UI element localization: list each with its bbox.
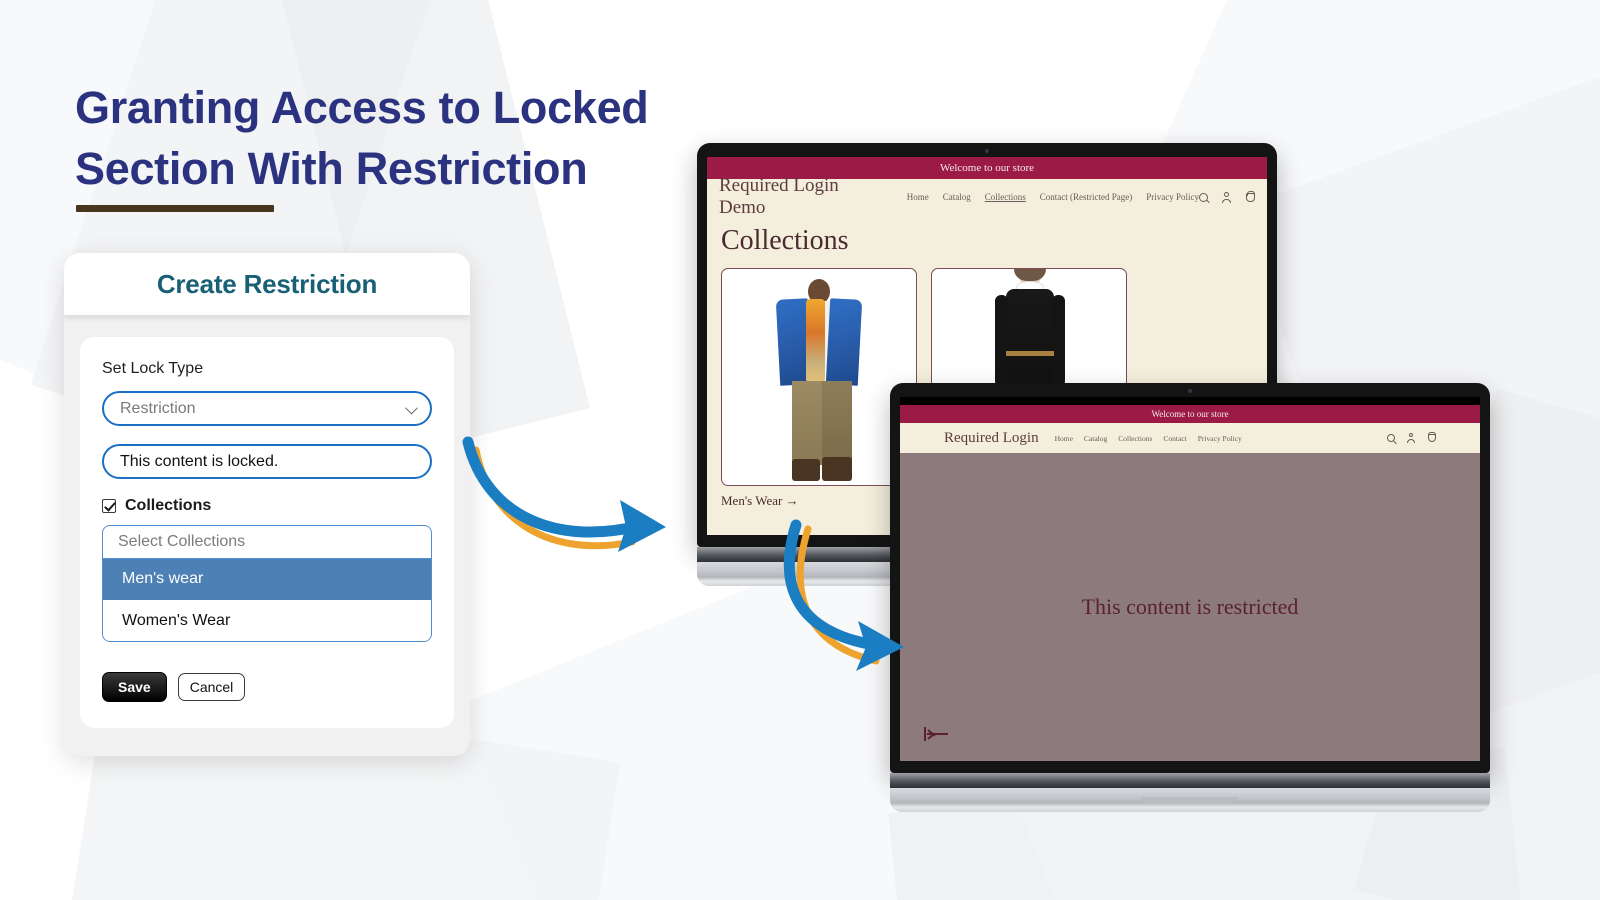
restricted-overlay: This content is restricted (900, 453, 1480, 761)
nav-link-catalog[interactable]: Catalog (943, 192, 971, 202)
collections-multiselect[interactable]: Select Collections Men's wear Women's We… (102, 525, 432, 642)
nav-links: Home Catalog Collections Contact (Restri… (907, 192, 1199, 202)
page-title: Granting Access to Locked Section With R… (75, 78, 775, 200)
product-image-mens (721, 268, 917, 486)
collections-heading: Collections (721, 225, 849, 256)
cart-icon[interactable] (1246, 192, 1255, 202)
collection-caption-mens[interactable]: Men's Wear → (721, 493, 917, 509)
nav-link-catalog[interactable]: Catalog (1084, 434, 1107, 443)
announcement-bar: Welcome to our store (900, 405, 1480, 423)
title-underline-rule (76, 205, 274, 212)
nav-link-collections[interactable]: Collections (1118, 434, 1152, 443)
store-nav: Required Login Home Catalog Collections … (900, 423, 1480, 453)
form-actions: Save Cancel (102, 672, 432, 702)
card-header: Create Restriction (64, 253, 470, 315)
collections-search-input[interactable]: Select Collections (103, 526, 431, 559)
option-label: Men's wear (122, 570, 204, 587)
nav-links: Home Catalog Collections Contact Privacy… (1055, 434, 1242, 443)
nav-link-collections[interactable]: Collections (985, 192, 1026, 202)
skip-back-icon[interactable] (924, 727, 949, 741)
nav-link-home[interactable]: Home (907, 192, 929, 202)
option-label: Women's Wear (122, 611, 231, 629)
collections-option-womens[interactable]: Women's Wear (103, 600, 431, 641)
chevron-down-icon (405, 401, 418, 414)
arrow-collections-to-restricted (783, 519, 904, 671)
lock-message-value: This content is locked. (120, 452, 279, 470)
collections-checkbox-label: Collections (125, 497, 212, 514)
nav-link-privacy[interactable]: Privacy Policy (1198, 434, 1242, 443)
nav-icons (1199, 191, 1255, 203)
browser-chrome-strip (900, 397, 1480, 405)
account-icon[interactable] (1222, 191, 1232, 203)
laptop-restricted: Welcome to our store Required Login Home… (890, 383, 1490, 812)
arrow-form-to-collections (462, 436, 666, 552)
infographic-canvas: Granting Access to Locked Section With R… (0, 0, 1600, 900)
nav-link-privacy[interactable]: Privacy Policy (1146, 192, 1199, 202)
laptop-base (890, 788, 1490, 812)
laptop-lid: Welcome to our store Required Login Home… (890, 383, 1490, 773)
webcam-dot (1188, 389, 1192, 393)
card-title: Create Restriction (156, 268, 378, 299)
nav-icons (1387, 433, 1436, 443)
laptop-screen: Welcome to our store Required Login Home… (900, 397, 1480, 761)
cart-icon[interactable] (1428, 434, 1436, 442)
nav-link-home[interactable]: Home (1055, 434, 1073, 443)
collections-option-mens[interactable]: Men's wear (103, 559, 431, 600)
search-icon[interactable] (1199, 192, 1208, 202)
store-brand[interactable]: Required Login (944, 430, 1039, 447)
save-button[interactable]: Save (102, 672, 167, 702)
lock-type-value: Restriction (120, 399, 196, 417)
cancel-button[interactable]: Cancel (177, 673, 246, 701)
checkbox-checked-icon[interactable] (102, 499, 116, 513)
search-icon[interactable] (1387, 434, 1395, 442)
nav-link-contact[interactable]: Contact (1163, 434, 1186, 443)
lock-type-label: Set Lock Type (102, 360, 204, 377)
laptop-keyboard-deck (890, 773, 1490, 788)
restricted-message: This content is restricted (1081, 594, 1299, 619)
store-nav: Required Login Demo Home Catalog Collect… (707, 175, 1267, 218)
webcam-dot (985, 149, 989, 153)
nav-link-contact[interactable]: Contact (Restricted Page) (1040, 192, 1132, 202)
headline-line-1: Granting Access to Locked (75, 82, 649, 133)
card-body: Set Lock Type Restriction This content i… (64, 315, 470, 744)
restriction-form: Set Lock Type Restriction This content i… (80, 337, 454, 728)
account-icon[interactable] (1407, 433, 1416, 443)
store-brand[interactable]: Required Login Demo (719, 175, 889, 219)
headline-line-2: Section With Restriction (75, 142, 588, 194)
create-restriction-card: Create Restriction Set Lock Type Restric… (64, 253, 470, 756)
collections-checkbox-row[interactable]: Collections (102, 497, 432, 515)
collection-card-mens[interactable]: Men's Wear → (721, 268, 917, 509)
lock-type-select[interactable]: Restriction (102, 391, 432, 426)
lock-message-input[interactable]: This content is locked. (102, 444, 432, 479)
